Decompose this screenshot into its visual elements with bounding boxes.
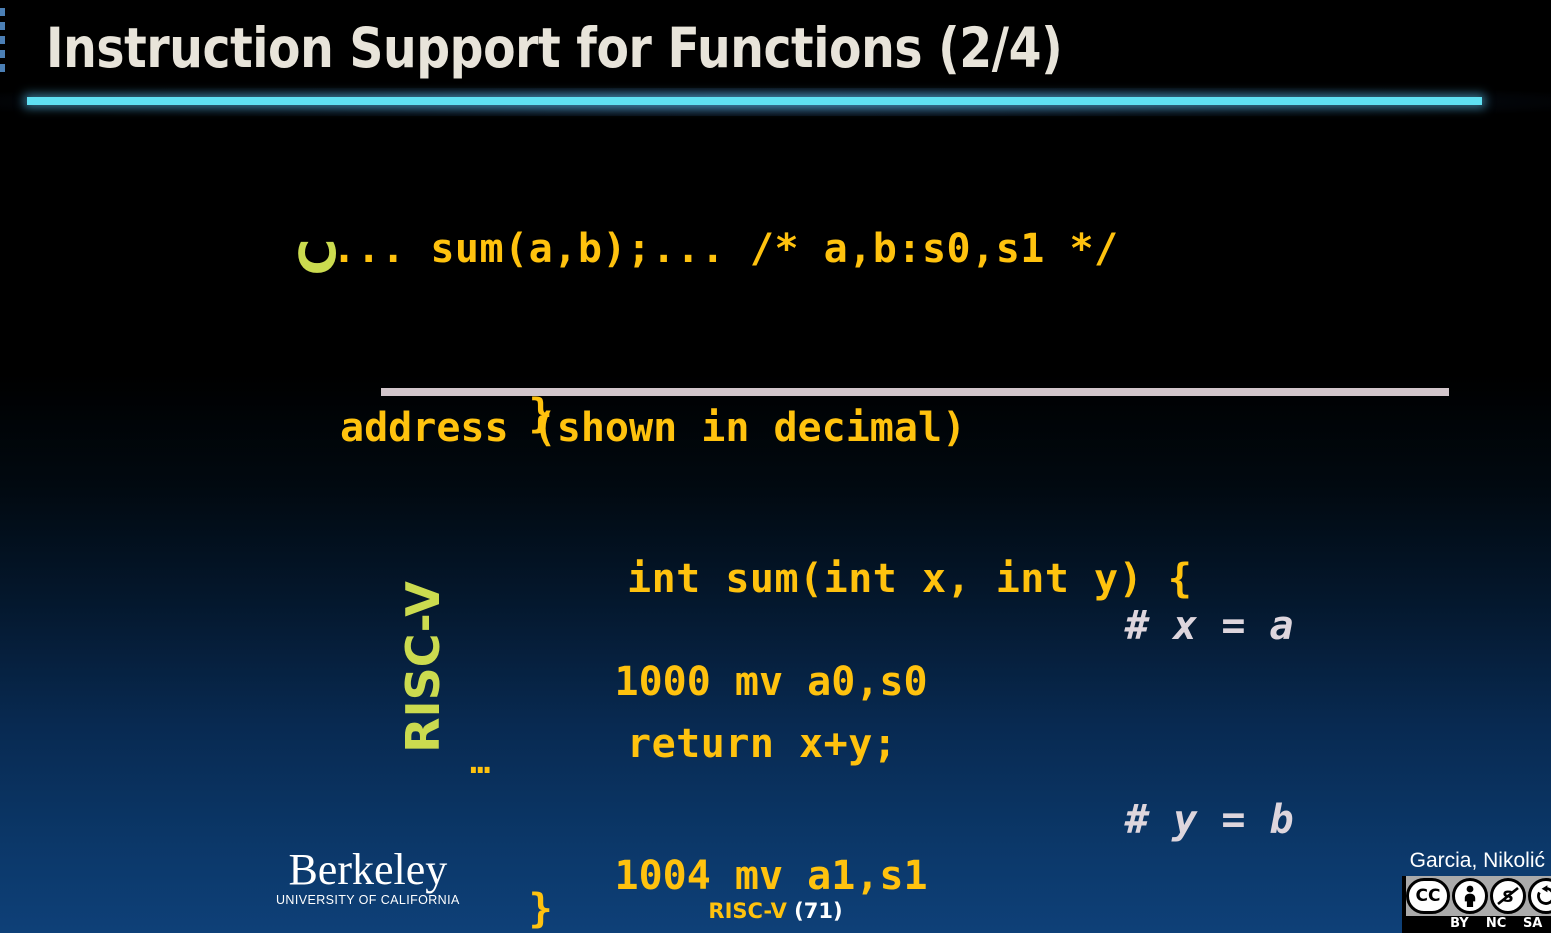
riscv-language-label: RISC-V <box>395 581 450 753</box>
no-money-icon: S <box>1490 878 1526 914</box>
cc-label-sa: SA <box>1522 916 1543 931</box>
section-divider <box>381 388 1449 396</box>
footer-slide-number: (71) <box>794 899 843 923</box>
c-code-line-1: ... sum(a,b);... /* a,b:s0,s1 */ <box>332 226 1119 272</box>
address-header: address (shown in decimal) <box>340 405 967 451</box>
attribution-text: Garcia, Nikolić <box>1409 849 1545 872</box>
cc-label-row: BY NC SA <box>1406 916 1551 931</box>
footer-course-name: RISC-V <box>708 899 787 923</box>
title-underline <box>27 97 1482 105</box>
cc-label-by: BY <box>1450 916 1469 931</box>
berkeley-wordmark: Berkeley <box>288 845 448 894</box>
creative-commons-license-badge: CC S BY NC <box>1402 876 1551 933</box>
slide-title: Instruction Support for Functions (2/4) <box>46 16 1063 80</box>
asm-comment: # x = a <box>1125 603 1294 649</box>
asm-row: 1000 mv a0,s0 # x = a <box>470 598 1294 705</box>
c-language-label: C <box>289 238 348 276</box>
slide-canvas: Instruction Support for Functions (2/4) … <box>0 0 1551 933</box>
person-icon <box>1452 878 1488 914</box>
share-alike-icon <box>1528 878 1551 914</box>
left-edge-dash-marker <box>0 8 5 80</box>
asm-gap-ellipsis: … <box>470 742 491 782</box>
cc-logo-icon: CC <box>1406 878 1450 914</box>
cc-icon-row: CC S <box>1406 878 1551 914</box>
asm-instruction: mv a0,s0 <box>734 659 928 705</box>
footer-center: RISC-V (71) <box>0 899 1551 923</box>
asm-address: 1000 <box>614 659 735 705</box>
cc-label-nc: NC <box>1485 916 1507 931</box>
cc-label-spacer <box>1406 916 1441 931</box>
